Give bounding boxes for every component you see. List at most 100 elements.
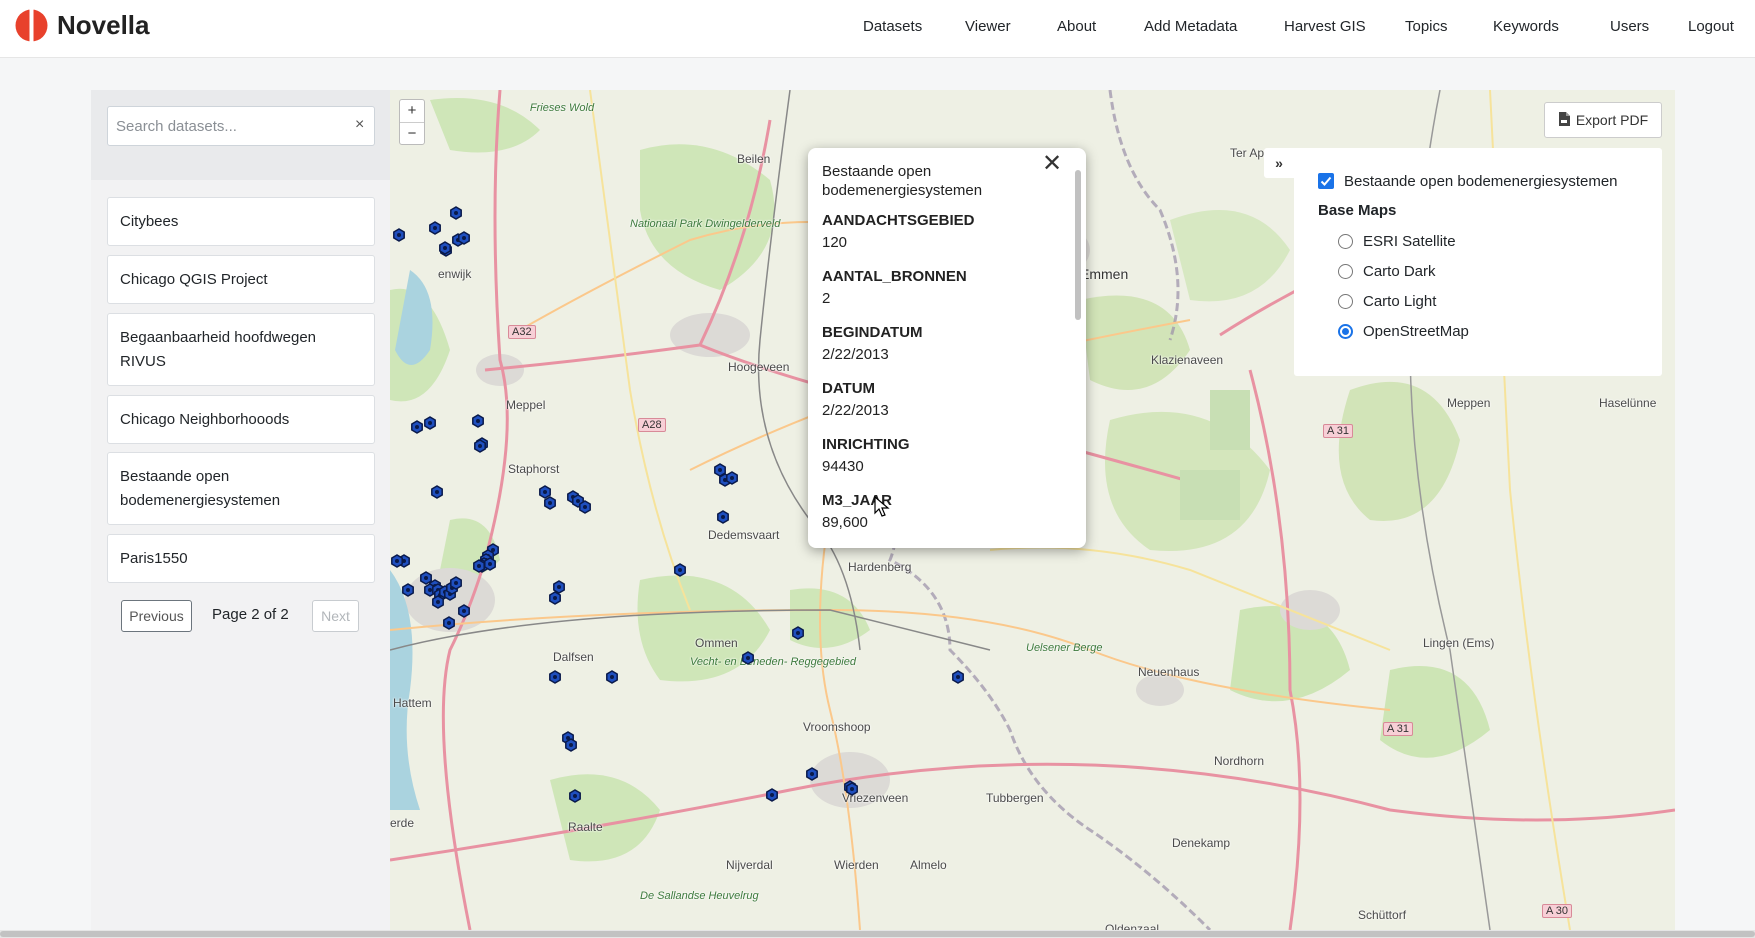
brand-name: Novella bbox=[57, 10, 150, 40]
energy-system-marker[interactable] bbox=[569, 789, 581, 803]
dataset-item-label: Chicago QGIS Project bbox=[120, 270, 268, 288]
overlay-layer-row[interactable]: Bestaande open bodemenergiesystemen bbox=[1318, 166, 1638, 196]
energy-system-marker[interactable] bbox=[458, 231, 470, 245]
overlay-checkbox[interactable] bbox=[1318, 173, 1334, 189]
dataset-item[interactable]: Chicago QGIS Project bbox=[107, 255, 375, 304]
dataset-item[interactable]: Bestaande open bodemenergiesystemen bbox=[107, 452, 375, 525]
energy-system-marker[interactable] bbox=[450, 576, 462, 590]
energy-system-marker[interactable] bbox=[424, 416, 436, 430]
zoom-in-button[interactable]: + bbox=[400, 100, 424, 122]
energy-system-marker[interactable] bbox=[473, 559, 485, 573]
nav-logout[interactable]: Logout bbox=[1688, 18, 1734, 35]
dataset-item[interactable]: Citybees bbox=[107, 197, 375, 246]
base-map-label: ESRI Satellite bbox=[1363, 232, 1456, 250]
nav-users[interactable]: Users bbox=[1610, 18, 1649, 35]
energy-system-marker[interactable] bbox=[402, 583, 414, 597]
dataset-item[interactable]: Begaanbaarheid hoofdwegen RIVUS bbox=[107, 313, 375, 386]
popup-field-value: 2/22/2013 bbox=[822, 346, 889, 363]
energy-system-marker[interactable] bbox=[431, 485, 443, 499]
page-horizontal-scrollbar[interactable] bbox=[0, 930, 1755, 938]
popup-field-key: DATUM bbox=[822, 380, 876, 397]
energy-system-marker[interactable] bbox=[565, 738, 577, 752]
nav-topics[interactable]: Topics bbox=[1405, 18, 1448, 35]
popup-field-key: AANDACHTSGEBIED bbox=[822, 212, 975, 229]
energy-system-marker[interactable] bbox=[472, 414, 484, 428]
base-map-radio[interactable] bbox=[1338, 293, 1353, 309]
energy-system-marker[interactable] bbox=[606, 670, 618, 684]
nav-about[interactable]: About bbox=[1057, 18, 1096, 35]
dataset-item-label: Citybees bbox=[120, 212, 179, 230]
energy-system-marker[interactable] bbox=[717, 510, 729, 524]
dataset-item[interactable]: Paris1550 bbox=[107, 534, 375, 583]
layer-panel-toggle[interactable]: » bbox=[1264, 148, 1294, 178]
nav-add-metadata[interactable]: Add Metadata bbox=[1144, 18, 1237, 35]
base-map-radio-selected[interactable] bbox=[1338, 323, 1353, 339]
dataset-item-label: Paris1550 bbox=[120, 549, 188, 567]
energy-system-marker[interactable] bbox=[458, 604, 470, 618]
map-view[interactable]: Beilen Nationaal Park Dwingelderveld Emm… bbox=[390, 90, 1675, 930]
energy-system-marker[interactable] bbox=[742, 651, 754, 665]
energy-system-marker[interactable] bbox=[391, 554, 403, 568]
energy-system-marker[interactable] bbox=[429, 221, 441, 235]
clear-search-icon[interactable]: × bbox=[355, 116, 364, 134]
navbar: Novella Datasets Viewer About Add Metada… bbox=[0, 0, 1755, 58]
energy-system-marker[interactable] bbox=[766, 788, 778, 802]
energy-system-marker[interactable] bbox=[806, 767, 818, 781]
base-map-radio[interactable] bbox=[1338, 263, 1353, 279]
popup-close-icon[interactable]: ✕ bbox=[1042, 152, 1062, 176]
popup-scrollbar[interactable] bbox=[1074, 154, 1082, 542]
popup-field-value: 89,600 bbox=[822, 514, 868, 531]
popup-field-key: BEGINDATUM bbox=[822, 324, 923, 341]
energy-system-marker[interactable] bbox=[450, 206, 462, 220]
energy-system-marker[interactable] bbox=[549, 670, 561, 684]
zoom-out-button[interactable]: − bbox=[400, 122, 424, 144]
base-map-radio[interactable] bbox=[1338, 233, 1353, 249]
energy-system-marker[interactable] bbox=[484, 557, 496, 571]
energy-system-marker[interactable] bbox=[726, 471, 738, 485]
base-maps-title: Base Maps bbox=[1318, 202, 1397, 219]
base-map-option[interactable]: Carto Light bbox=[1318, 286, 1638, 316]
export-pdf-button[interactable]: Export PDF bbox=[1544, 102, 1662, 138]
dataset-item-label: Chicago Neighborhooods bbox=[120, 410, 290, 428]
zoom-control: + − bbox=[399, 99, 425, 145]
popup-scrollbar-thumb[interactable] bbox=[1075, 170, 1081, 320]
energy-system-marker[interactable] bbox=[432, 595, 444, 609]
energy-system-marker[interactable] bbox=[474, 439, 486, 453]
previous-page-button[interactable]: Previous bbox=[121, 600, 192, 632]
energy-system-marker[interactable] bbox=[443, 616, 455, 630]
energy-system-marker[interactable] bbox=[549, 591, 561, 605]
energy-system-marker[interactable] bbox=[544, 496, 556, 510]
dataset-item-label: Bestaande open bodemenergiesystemen bbox=[120, 467, 281, 509]
page-scrollbar-thumb[interactable] bbox=[0, 931, 1755, 937]
base-map-option[interactable]: ESRI Satellite bbox=[1318, 226, 1638, 256]
energy-system-marker[interactable] bbox=[411, 420, 423, 434]
dataset-item[interactable]: Chicago Neighborhooods bbox=[107, 395, 375, 444]
pdf-file-icon bbox=[1558, 111, 1570, 129]
mouse-cursor-icon bbox=[874, 496, 890, 517]
energy-system-marker[interactable] bbox=[539, 485, 551, 499]
energy-system-marker[interactable] bbox=[420, 571, 432, 585]
nav-datasets[interactable]: Datasets bbox=[863, 18, 922, 35]
next-page-button[interactable]: Next bbox=[312, 600, 359, 632]
energy-system-marker[interactable] bbox=[579, 500, 591, 514]
energy-system-marker[interactable] bbox=[952, 670, 964, 684]
layer-panel: Bestaande open bodemenergiesystemen Base… bbox=[1294, 148, 1662, 376]
energy-system-marker[interactable] bbox=[674, 563, 686, 577]
energy-system-marker[interactable] bbox=[439, 241, 451, 255]
nav-keywords[interactable]: Keywords bbox=[1493, 18, 1559, 35]
popup-field-value: 2/22/2013 bbox=[822, 402, 889, 419]
search-input[interactable] bbox=[107, 106, 375, 146]
export-pdf-label: Export PDF bbox=[1575, 112, 1649, 128]
energy-system-marker[interactable] bbox=[792, 626, 804, 640]
base-map-option[interactable]: OpenStreetMap bbox=[1318, 316, 1638, 346]
energy-system-marker[interactable] bbox=[553, 580, 565, 594]
brand[interactable]: Novella bbox=[15, 9, 150, 42]
energy-system-marker[interactable] bbox=[393, 228, 405, 242]
nav-viewer[interactable]: Viewer bbox=[965, 18, 1011, 35]
feature-popup: Bestaande open bodemenergiesystemen AAND… bbox=[808, 148, 1086, 548]
nav-harvest-gis[interactable]: Harvest GIS bbox=[1284, 18, 1366, 35]
popup-field-key: INRICHTING bbox=[822, 436, 910, 453]
energy-system-marker[interactable] bbox=[846, 782, 858, 796]
base-map-option[interactable]: Carto Dark bbox=[1318, 256, 1638, 286]
popup-field-value: 120 bbox=[822, 234, 848, 251]
